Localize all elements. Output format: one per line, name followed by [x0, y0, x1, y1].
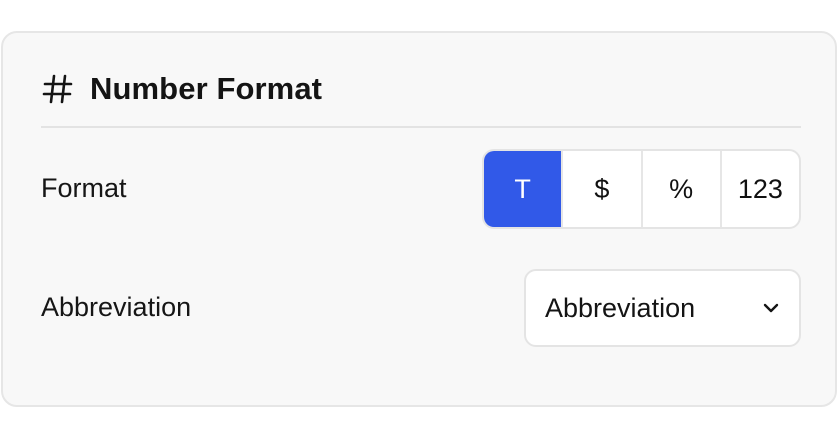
format-option-number[interactable]: 123: [719, 151, 799, 227]
hash-icon: [41, 72, 75, 106]
abbreviation-select-value: Abbreviation: [545, 292, 696, 323]
format-option-percent[interactable]: %: [640, 151, 720, 227]
number-format-panel: Number Format Format T $ % 123 Abbreviat…: [1, 31, 837, 407]
panel-header: Number Format: [41, 67, 322, 111]
chevron-down-icon: [761, 298, 781, 318]
format-label: Format: [41, 173, 127, 203]
format-segmented-control: T $ % 123: [482, 149, 801, 229]
panel-title: Number Format: [90, 71, 323, 106]
abbreviation-select[interactable]: Abbreviation: [524, 269, 801, 347]
header-divider: [41, 126, 801, 128]
abbreviation-label: Abbreviation: [41, 292, 192, 322]
format-option-currency[interactable]: $: [561, 151, 640, 227]
format-option-text[interactable]: T: [484, 151, 562, 227]
